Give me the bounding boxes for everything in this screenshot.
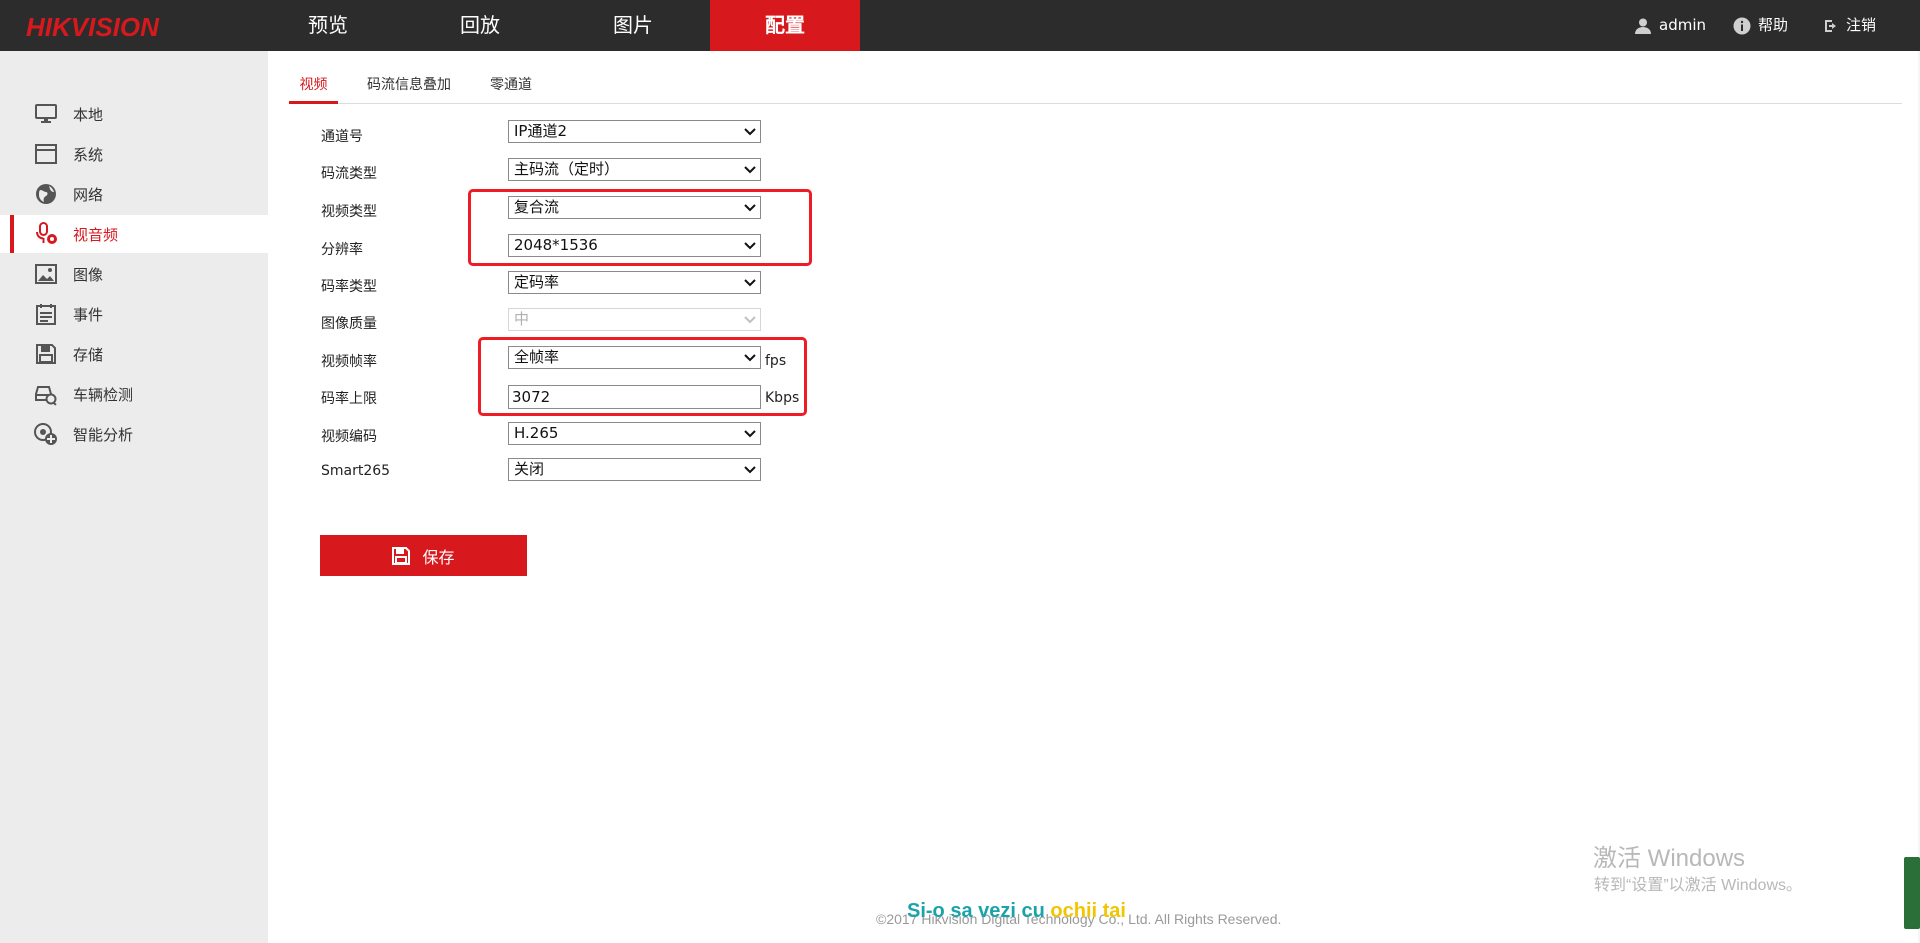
nav-configuration[interactable]: 配置 <box>710 0 860 51</box>
chevron-down-icon <box>744 128 756 136</box>
overlay-caption: Si-o sa vezi cu ochii tai <box>907 900 1126 923</box>
user-menu[interactable]: admin <box>1634 0 1706 51</box>
highlight-box-video-type-resolution <box>468 189 812 266</box>
microphone-icon <box>34 222 58 246</box>
bitrate-type-label: 码率类型 <box>321 279 377 295</box>
sidebar-label: 事件 <box>73 305 104 324</box>
video-encoding-select[interactable]: H.265 <box>508 422 761 445</box>
event-list-icon <box>34 302 58 326</box>
info-icon <box>1733 17 1751 34</box>
vehicle-detect-icon <box>34 382 58 406</box>
sidebar-item-smart-analysis[interactable]: 智能分析 <box>0 415 268 453</box>
user-icon <box>1635 18 1651 34</box>
image-icon <box>34 262 58 286</box>
channel-select[interactable]: IP通道2 <box>508 120 761 143</box>
sidebar-item-local[interactable]: 本地 <box>0 95 268 133</box>
nav-picture[interactable]: 图片 <box>558 0 708 51</box>
sidebar-item-video-audio[interactable]: 视音频 <box>0 215 268 253</box>
sidebar-label: 存储 <box>73 345 104 364</box>
sidebar-label: 网络 <box>73 185 104 204</box>
chevron-down-icon <box>744 466 756 474</box>
sidebar-label: 智能分析 <box>73 425 134 444</box>
sidebar-item-network[interactable]: 网络 <box>0 175 268 213</box>
help-link[interactable]: 帮助 <box>1733 0 1788 51</box>
logout-icon <box>1825 19 1836 32</box>
video-type-label: 视频类型 <box>321 204 377 220</box>
sidebar-item-storage[interactable]: 存储 <box>0 335 268 373</box>
tab-video[interactable]: 视频 <box>289 68 338 104</box>
sidebar-item-vehicle-detection[interactable]: 车辆检测 <box>0 375 268 413</box>
sidebar-label: 系统 <box>73 145 104 164</box>
max-bitrate-label: 码率上限 <box>321 391 377 407</box>
nav-preview[interactable]: 预览 <box>253 0 403 51</box>
caption-part-3: tai <box>1097 900 1126 922</box>
highlight-box-frame-rate-bitrate <box>478 337 807 416</box>
stream-type-value: 主码流（定时） <box>514 160 620 178</box>
chevron-down-icon <box>744 430 756 438</box>
chevron-down-icon <box>744 166 756 174</box>
chevron-down-icon <box>744 316 756 324</box>
channel-value: IP通道2 <box>514 122 568 140</box>
logout-link[interactable]: 注销 <box>1823 0 1876 51</box>
tab-zero-channel[interactable]: 零通道 <box>490 68 532 104</box>
hikvision-logo: HIKVISION <box>26 12 159 42</box>
sidebar-item-image[interactable]: 图像 <box>0 255 268 293</box>
system-window-icon <box>34 142 58 166</box>
tab-stream-info-overlay[interactable]: 码流信息叠加 <box>367 68 451 104</box>
sidebar-label: 车辆检测 <box>73 385 134 404</box>
channel-label: 通道号 <box>321 129 363 145</box>
caption-part-1: Si-o sa vezi cu <box>907 900 1051 922</box>
scrollbar-thumb[interactable] <box>1904 857 1920 929</box>
globe-icon <box>34 182 58 206</box>
config-sidebar: 本地 系统 网络 视音频 图像 事件 存储 车辆检测 智能分析 <box>0 51 268 943</box>
sidebar-label: 视音频 <box>73 225 119 244</box>
sidebar-label: 图像 <box>73 265 104 284</box>
resolution-label: 分辨率 <box>321 242 363 258</box>
storage-disk-icon <box>34 342 58 366</box>
sidebar-item-system[interactable]: 系统 <box>0 135 268 173</box>
stream-type-label: 码流类型 <box>321 166 377 182</box>
caption-part-2: ochii <box>1050 900 1098 922</box>
nav-playback[interactable]: 回放 <box>405 0 555 51</box>
windows-activation-hint: 转到“设置”以激活 Windows。 <box>1594 877 1803 894</box>
smart-analysis-icon <box>34 422 58 446</box>
username-label: admin <box>1659 16 1706 34</box>
help-label: 帮助 <box>1758 16 1789 34</box>
frame-rate-label: 视频帧率 <box>321 354 377 370</box>
logout-label: 注销 <box>1846 16 1877 34</box>
monitor-icon <box>34 102 58 126</box>
video-encoding-value: H.265 <box>514 424 559 442</box>
sidebar-label: 本地 <box>73 105 104 124</box>
smart265-value: 关闭 <box>514 460 545 478</box>
save-button[interactable]: 保存 <box>320 535 527 576</box>
save-label: 保存 <box>422 547 455 567</box>
image-quality-label: 图像质量 <box>321 316 377 332</box>
bitrate-type-select[interactable]: 定码率 <box>508 271 761 294</box>
image-quality-value: 中 <box>514 310 530 328</box>
save-icon <box>392 546 411 565</box>
bitrate-type-value: 定码率 <box>514 273 560 291</box>
chevron-down-icon <box>744 279 756 287</box>
stream-type-select[interactable]: 主码流（定时） <box>508 158 761 181</box>
video-encoding-label: 视频编码 <box>321 429 377 445</box>
image-quality-select: 中 <box>508 308 761 331</box>
windows-activation-title: 激活 Windows <box>1593 845 1746 872</box>
smart265-select[interactable]: 关闭 <box>508 458 761 481</box>
smart265-label: Smart265 <box>321 463 391 479</box>
sidebar-item-event[interactable]: 事件 <box>0 295 268 333</box>
config-tabs: 视频 码流信息叠加 零通道 <box>289 68 1902 104</box>
top-navigation-bar: HIKVISION 预览 回放 图片 配置 admin 帮助 注销 <box>0 0 1920 51</box>
